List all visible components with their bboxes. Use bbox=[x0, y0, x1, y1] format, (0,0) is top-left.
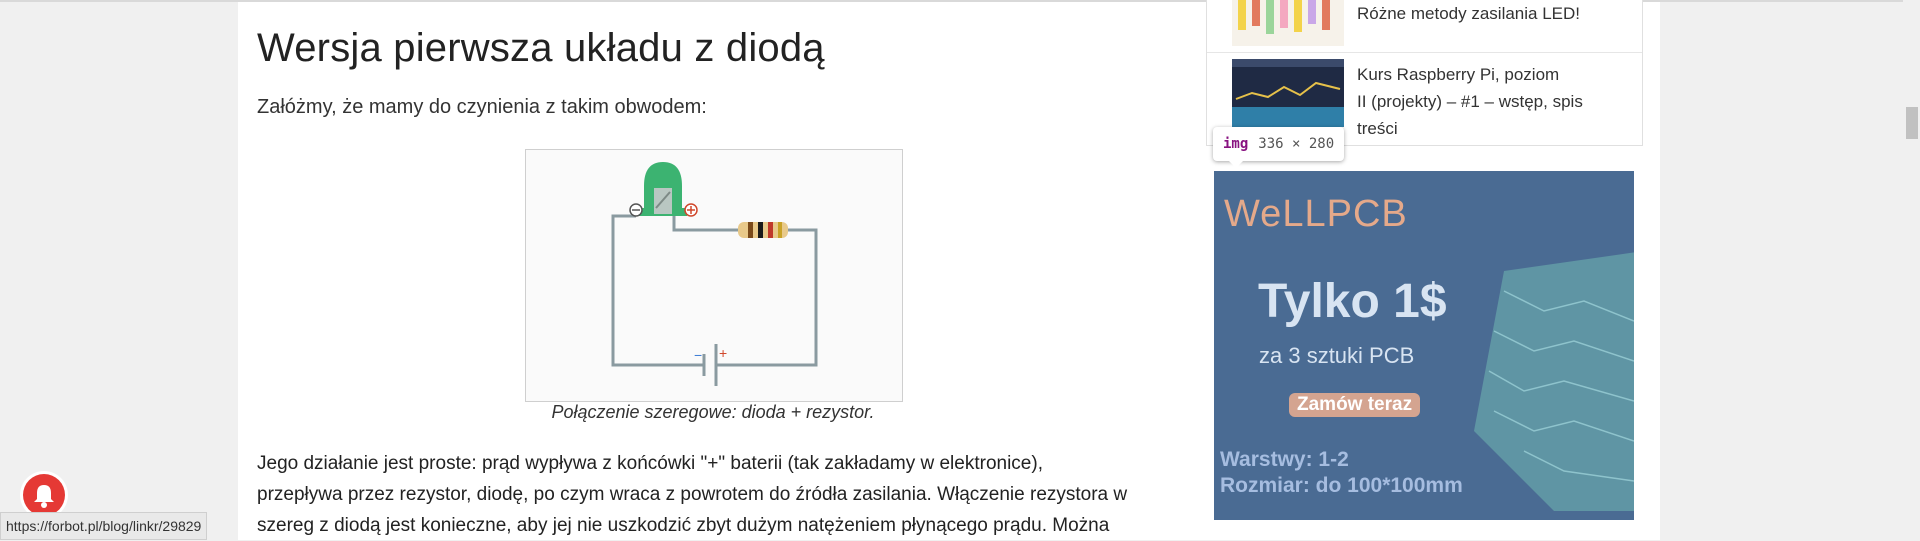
ad-brand-logo: WeLLPCB bbox=[1224, 193, 1408, 236]
paragraph-line: szereg z diodą jest konieczne, aby jej n… bbox=[257, 515, 1110, 536]
pcb-board-image bbox=[1474, 252, 1634, 511]
svg-text:−: − bbox=[694, 347, 702, 363]
section-heading: Wersja pierwsza układu z diodą bbox=[257, 26, 825, 70]
circuit-diagram: − + bbox=[611, 162, 818, 386]
circuit-figure[interactable]: − + bbox=[525, 149, 903, 402]
tooltip-arrow bbox=[1228, 160, 1244, 168]
title-line: II (projekty) – #1 – wstęp, spis bbox=[1357, 92, 1583, 111]
title-line: treści bbox=[1357, 119, 1398, 138]
related-posts-widget: Różne metody zasilania LED! Kurs Raspber… bbox=[1206, 0, 1643, 146]
ad-specs: Warstwy: 1-2 Rozmiar: do 100*100mm bbox=[1220, 447, 1463, 499]
intro-paragraph: Załóżmy, że mamy do czynienia z takim ob… bbox=[257, 96, 707, 118]
article-paragraph: Jego działanie jest proste: prąd wypływa… bbox=[257, 448, 1169, 541]
devtools-element-tooltip: img 336 × 280 bbox=[1213, 127, 1345, 161]
page-scrollbar[interactable] bbox=[1903, 0, 1920, 540]
led-thumbnail-icon bbox=[1232, 0, 1344, 46]
ad-headline: Tylko 1$ bbox=[1258, 275, 1447, 328]
resistor-icon bbox=[738, 222, 788, 238]
status-bar-url: https://forbot.pl/blog/linkr/29829 bbox=[0, 512, 208, 540]
figure-caption: Połączenie szeregowe: dioda + rezystor. bbox=[551, 402, 875, 422]
paragraph-line: przepływa przez rezystor, diodę, po czym… bbox=[257, 484, 1128, 505]
title-line: Kurs Raspberry Pi, poziom bbox=[1357, 65, 1560, 84]
related-post-title[interactable]: Różne metody zasilania LED! bbox=[1357, 0, 1617, 27]
tooltip-dimensions: 336 × 280 bbox=[1258, 136, 1335, 152]
scrollbar-thumb[interactable] bbox=[1906, 107, 1918, 139]
led-icon bbox=[629, 162, 698, 217]
paragraph-line: Jego działanie jest proste: prąd wypływa… bbox=[257, 453, 1043, 474]
svg-text:+: + bbox=[719, 345, 727, 361]
graph-thumbnail-icon bbox=[1232, 59, 1344, 127]
order-now-button[interactable]: Zamów teraz bbox=[1289, 393, 1421, 417]
spec-size: Rozmiar: do 100*100mm bbox=[1220, 474, 1463, 497]
brand-right: PCB bbox=[1326, 193, 1408, 235]
spec-layers: Warstwy: 1-2 bbox=[1220, 448, 1349, 471]
pcb-advertisement[interactable]: WeLLPCB Tylko 1$ za 3 sztuki PCB Zamów t… bbox=[1214, 171, 1634, 520]
tooltip-tag: img bbox=[1223, 136, 1249, 152]
related-post-item[interactable]: Różne metody zasilania LED! bbox=[1207, 0, 1642, 53]
ad-subline: za 3 sztuki PCB bbox=[1259, 343, 1415, 368]
brand-left: WeLL bbox=[1224, 193, 1327, 235]
notification-bell-icon[interactable] bbox=[23, 474, 65, 516]
related-post-title[interactable]: Kurs Raspberry Pi, poziom II (projekty) … bbox=[1357, 61, 1617, 142]
